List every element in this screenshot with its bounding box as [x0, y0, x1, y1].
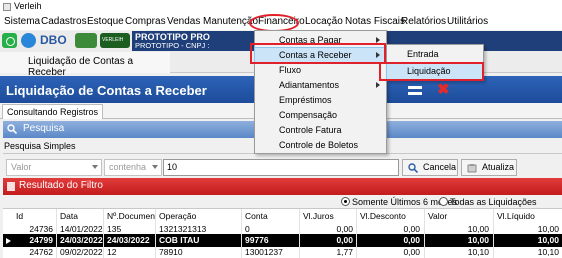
update-icon: [467, 164, 477, 173]
menu-item-adiantamentos[interactable]: Adiantamentos: [255, 78, 386, 93]
menu-notas-fiscais[interactable]: Notas Fiscais: [345, 16, 405, 27]
table-cell[interactable]: 09/02/2022: [57, 247, 103, 258]
table-cell[interactable]: 24/03/2022: [57, 235, 103, 247]
menu-estoque[interactable]: Estoque: [87, 16, 124, 27]
column-header[interactable]: Id: [13, 211, 53, 223]
menu-cadastros[interactable]: Cadastros: [41, 16, 87, 27]
menu-item-label: Empréstimos: [279, 95, 332, 105]
app-icon: [3, 3, 11, 11]
menu-item-label: Controle Fatura: [279, 125, 342, 135]
flag-icon[interactable]: [75, 33, 97, 48]
table-cell[interactable]: 10,00: [494, 235, 562, 247]
skype-icon[interactable]: [21, 33, 36, 48]
search-icon: [408, 163, 418, 173]
operator-combo[interactable]: contenha: [104, 159, 162, 176]
pesquisa-simples-label: Pesquisa Simples: [4, 141, 76, 151]
company-logo: VERLEIH: [100, 33, 130, 48]
menu-item-entrada[interactable]: Entrada: [387, 47, 483, 62]
menu-lines-icon[interactable]: [408, 86, 422, 95]
menu-locacao[interactable]: Locação: [305, 16, 343, 27]
resultado-header: Resultado do Filtro: [3, 178, 562, 195]
menu-compras[interactable]: Compras: [125, 16, 166, 27]
table-cell[interactable]: 10,00: [425, 235, 492, 247]
page-title: Liquidação de Contas a Receber: [6, 83, 207, 98]
table-cell[interactable]: 24799: [13, 235, 56, 247]
radio-button[interactable]: [341, 197, 350, 206]
radio-button[interactable]: [439, 197, 448, 206]
menu-relatorios[interactable]: Relatórios: [401, 16, 446, 27]
results-grid[interactable]: Id Data Nº.Documento Operação Conta Vl.J…: [3, 208, 562, 258]
table-cell[interactable]: 10,10: [494, 247, 562, 258]
dbo-logo[interactable]: DBO: [40, 33, 70, 48]
whatsapp-icon[interactable]: [2, 33, 17, 48]
document-icon: [7, 182, 15, 191]
contas-a-receber-highlight: [250, 43, 386, 64]
column-header[interactable]: Vl.Desconto: [357, 211, 423, 223]
menu-item-label: Controle de Boletos: [279, 140, 359, 150]
chevron-down-icon: [152, 165, 158, 169]
column-header[interactable]: Data: [57, 211, 103, 223]
column-header[interactable]: Nº.Documento: [104, 211, 155, 223]
menu-item-compensacao[interactable]: Compensação: [255, 108, 386, 123]
column-header[interactable]: Vl.Líquido: [494, 211, 562, 223]
table-cell[interactable]: 0,00: [357, 235, 423, 247]
column-header[interactable]: Vl.Juros: [300, 211, 356, 223]
radio-all[interactable]: Todas as Liquidações: [439, 197, 537, 207]
window-title-bar: Verleih: [0, 0, 562, 13]
company-info: PROTOTIPO PRO PROTOTIPO - CNPJ :: [132, 31, 252, 51]
table-cell[interactable]: 10,10: [425, 247, 492, 258]
tab-liquidacao[interactable]: Liquidação de Contas a Receber: [0, 52, 170, 78]
tab-liquidacao-label: Liquidação de Contas a Receber: [28, 56, 134, 78]
table-cell[interactable]: 0,00: [300, 235, 356, 247]
table-cell[interactable]: 0,00: [357, 247, 423, 258]
company-cnpj: PROTOTIPO - CNPJ :: [135, 41, 210, 50]
search-icon: [7, 124, 17, 134]
update-button-label: Atualiza: [482, 162, 515, 172]
cancel-button[interactable]: Cancela: [402, 159, 458, 176]
column-header[interactable]: Operação: [156, 211, 240, 223]
table-cell[interactable]: 13001237: [242, 247, 298, 258]
menu-item-controle-fatura[interactable]: Controle Fatura: [255, 123, 386, 138]
table-cell[interactable]: 78910: [156, 247, 240, 258]
table-cell[interactable]: 1,77: [300, 247, 356, 258]
menu-sistema[interactable]: Sistema: [4, 16, 40, 27]
menu-item-emprestimos[interactable]: Empréstimos: [255, 93, 386, 108]
menu-item-label: Compensação: [279, 110, 338, 120]
window-title: Verleih: [14, 1, 42, 11]
table-cell[interactable]: 24/03/2022: [104, 235, 155, 247]
row-indicator-icon: [6, 238, 11, 244]
field-combo-value: Valor: [11, 162, 32, 172]
column-header[interactable]: Valor: [425, 211, 492, 223]
close-icon[interactable]: ✖: [437, 80, 451, 98]
tab-consultando[interactable]: Consultando Registros: [2, 104, 104, 119]
column-header[interactable]: Conta: [242, 211, 298, 223]
pesquisa-title: Pesquisa: [23, 123, 65, 134]
chevron-right-icon: [376, 82, 380, 88]
operator-combo-value: contenha: [109, 162, 147, 172]
menu-item-label: Fluxo: [279, 65, 302, 75]
menu-vendas[interactable]: Vendas: [167, 16, 200, 27]
update-button[interactable]: Atualiza: [461, 159, 517, 176]
field-combo[interactable]: Valor: [6, 159, 102, 176]
menu-utilitarios[interactable]: Utilitários: [447, 16, 488, 27]
menu-item-label: Entrada: [407, 49, 439, 59]
cancel-button-label: Cancela: [423, 162, 457, 172]
resultado-title: Resultado do Filtro: [19, 180, 103, 191]
table-cell[interactable]: 12: [104, 247, 155, 258]
table-cell[interactable]: 99776: [242, 235, 298, 247]
menu-item-controle-de-boletos[interactable]: Controle de Boletos: [255, 138, 386, 153]
menu-item-label: Adiantamentos: [279, 80, 340, 90]
liquidacao-highlight: [379, 62, 484, 81]
table-cell[interactable]: COB ITAU: [156, 235, 240, 247]
search-input[interactable]: 10: [163, 159, 399, 176]
table-cell[interactable]: 24762: [13, 247, 56, 258]
chevron-down-icon: [92, 165, 98, 169]
radio-all-label: Todas as Liquidações: [450, 197, 537, 207]
menu-item-fluxo[interactable]: Fluxo: [255, 63, 386, 78]
